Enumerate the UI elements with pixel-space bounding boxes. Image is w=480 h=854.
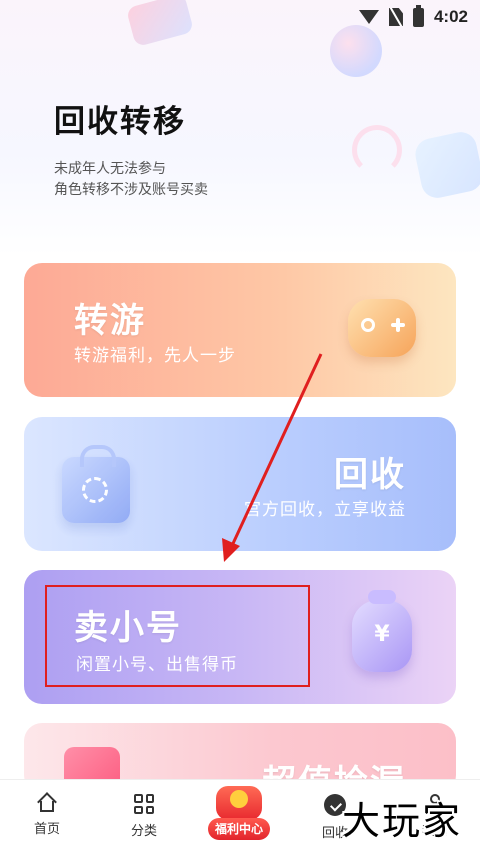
home-icon — [37, 794, 57, 812]
gamepad-decoration-icon — [412, 129, 480, 201]
battery-icon — [412, 4, 424, 27]
nav-home[interactable]: 首页 — [12, 794, 82, 837]
status-time: 4:02 — [433, 7, 468, 26]
notice-line-1: 未成年人无法参与 — [54, 161, 166, 177]
card-subtitle: 官方回收，立享收益 — [244, 500, 406, 520]
nav-label: 首页 — [33, 822, 60, 837]
transfer-game-card[interactable]: 转游 转游福利，先人一步 — [24, 263, 456, 397]
card-title: 转游 — [74, 301, 146, 341]
nav-welfare-center[interactable]: 福利中心 — [206, 784, 272, 844]
gamepad-icon — [348, 299, 416, 357]
annotation-highlight-box — [45, 585, 310, 687]
watermark: 大玩家 — [342, 799, 463, 843]
recycle-bag-icon — [62, 445, 130, 523]
headset-decoration-icon — [352, 125, 402, 175]
card-subtitle: 转游福利，先人一步 — [74, 346, 236, 366]
nav-category[interactable]: 分类 — [109, 794, 179, 839]
page-title: 回收转移 — [54, 104, 186, 140]
status-bar: 4:02 — [358, 4, 468, 28]
grid-icon — [134, 794, 154, 814]
card-title: 回收 — [334, 455, 406, 495]
recycle-card[interactable]: 回收 官方回收，立享收益 — [24, 417, 456, 551]
coin-icon — [230, 790, 248, 808]
no-sim-icon — [388, 8, 403, 26]
decorative-ball — [330, 25, 382, 77]
yen-symbol: ¥ — [374, 622, 390, 647]
nav-label: 分类 — [130, 824, 157, 839]
nav-label: 福利中心 — [208, 818, 270, 840]
notice-line-2: 角色转移不涉及账号买卖 — [54, 182, 208, 198]
wifi-icon — [358, 10, 379, 24]
money-bag-icon: ¥ — [352, 590, 412, 672]
